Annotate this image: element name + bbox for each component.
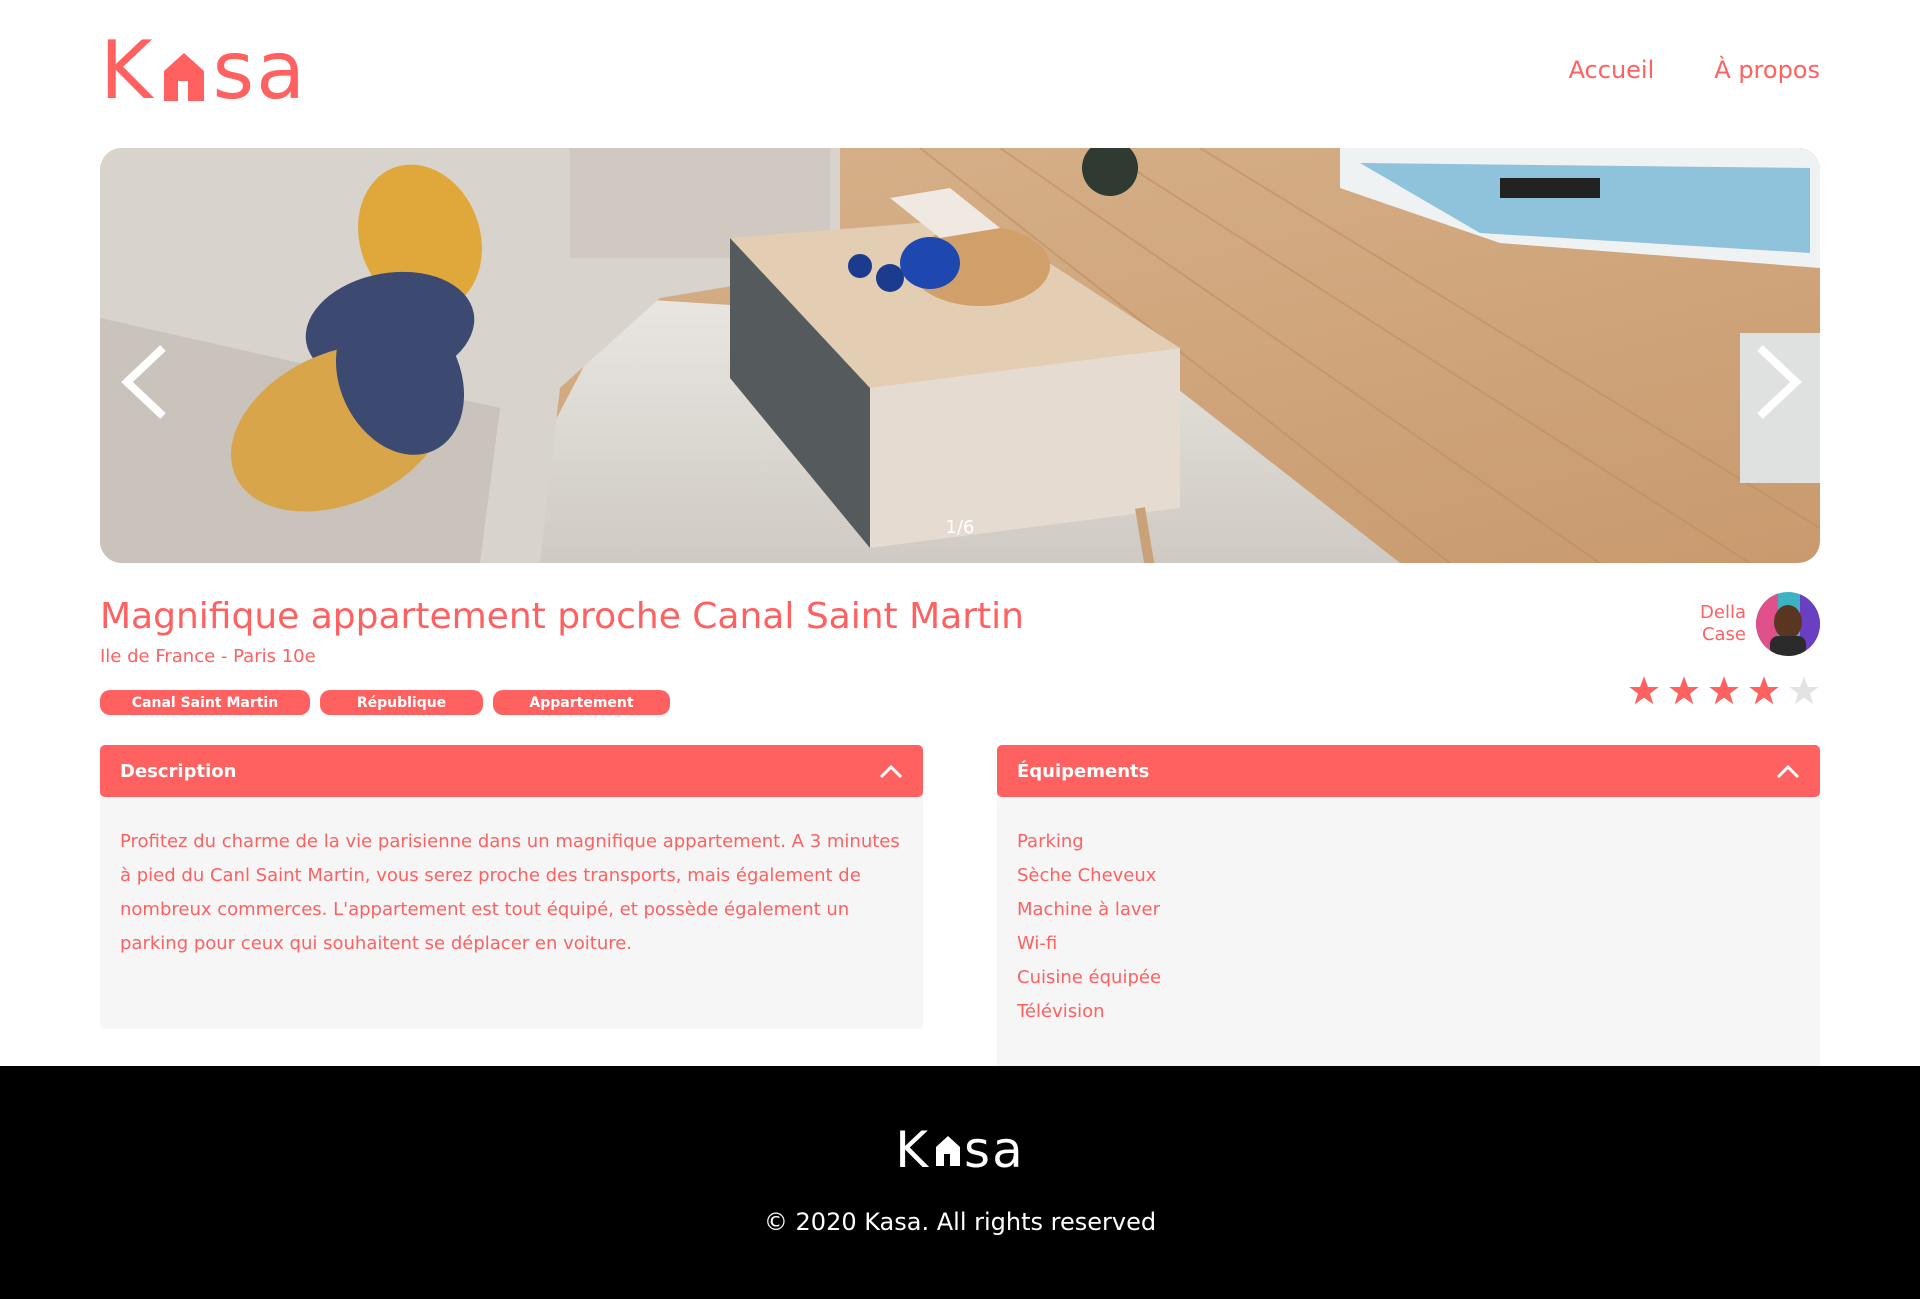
tag-list: Canal Saint Martin République Appartemen…: [100, 690, 670, 715]
footer-logo: K sa: [0, 1121, 1920, 1179]
chevron-up-icon: [1776, 764, 1800, 779]
listing-location: Ile de France - Paris 10e: [100, 646, 316, 667]
description-text: Profitez du charme de la vie parisienne …: [120, 831, 900, 954]
equipment-item: Sèche Cheveux: [1017, 865, 1157, 886]
kasa-logo[interactable]: K sa: [100, 24, 308, 117]
equipments-label: Équipements: [1017, 760, 1150, 782]
host-info: Della Case: [1700, 592, 1820, 656]
host-last-name: Case: [1701, 624, 1746, 645]
house-icon: [164, 53, 205, 101]
main-nav: Accueil À propos: [1569, 56, 1820, 84]
footer-logo-letter-k: K: [895, 1121, 931, 1179]
equipment-item: Machine à laver: [1017, 899, 1160, 920]
description-toggle[interactable]: Description: [100, 745, 923, 797]
equipments-collapse: Équipements Parking Sèche Cheveux Machin…: [997, 745, 1820, 1089]
equipment-list: Parking Sèche Cheveux Machine à laver Wi…: [1017, 825, 1800, 1029]
footer-logo-letters-sa: sa: [964, 1121, 1025, 1179]
image-carousel: [100, 148, 1820, 563]
host-avatar: [1756, 592, 1820, 656]
listing-title: Magnifique appartement proche Canal Sain…: [100, 596, 1024, 637]
star-icon: [1749, 676, 1779, 705]
tag: République: [320, 690, 483, 715]
description-collapse: Description Profitez du charme de la vie…: [100, 745, 923, 1029]
nav-link-about[interactable]: À propos: [1714, 56, 1820, 84]
footer: K sa © 2020 Kasa. All rights reserved: [0, 1066, 1920, 1299]
equipments-content: Parking Sèche Cheveux Machine à laver Wi…: [997, 789, 1820, 1089]
star-icon: [1629, 676, 1659, 705]
equipment-item: Cuisine équipée: [1017, 967, 1162, 988]
carousel-prev-button[interactable]: [115, 342, 175, 422]
nav-link-home[interactable]: Accueil: [1569, 56, 1655, 84]
copyright-text: © 2020 Kasa. All rights reserved: [763, 1208, 1157, 1236]
host-first-name: Della: [1700, 602, 1746, 623]
star-icon: [1709, 676, 1739, 705]
carousel-photo: [100, 148, 1820, 563]
header: K sa Accueil À propos: [100, 0, 1820, 148]
equipment-item: Wi-fi: [1017, 933, 1058, 954]
chevron-up-icon: [879, 764, 903, 779]
tag: Appartement: [493, 690, 670, 715]
equipments-toggle[interactable]: Équipements: [997, 745, 1820, 797]
description-label: Description: [120, 760, 237, 782]
rating-stars: [1628, 675, 1820, 707]
star-icon: [1669, 676, 1699, 705]
description-content: Profitez du charme de la vie parisienne …: [100, 789, 923, 1029]
logo-letters-sa: sa: [212, 24, 308, 117]
logo-letter-k: K: [100, 24, 155, 117]
carousel-counter: 1/6: [945, 517, 975, 538]
equipment-item: Télévision: [1017, 1001, 1105, 1022]
star-empty-icon: [1789, 676, 1819, 705]
host-name: Della Case: [1700, 602, 1746, 646]
equipment-item: Parking: [1017, 831, 1084, 852]
house-icon: [936, 1136, 961, 1166]
tag: Canal Saint Martin: [100, 690, 310, 715]
carousel-next-button[interactable]: [1748, 342, 1808, 422]
